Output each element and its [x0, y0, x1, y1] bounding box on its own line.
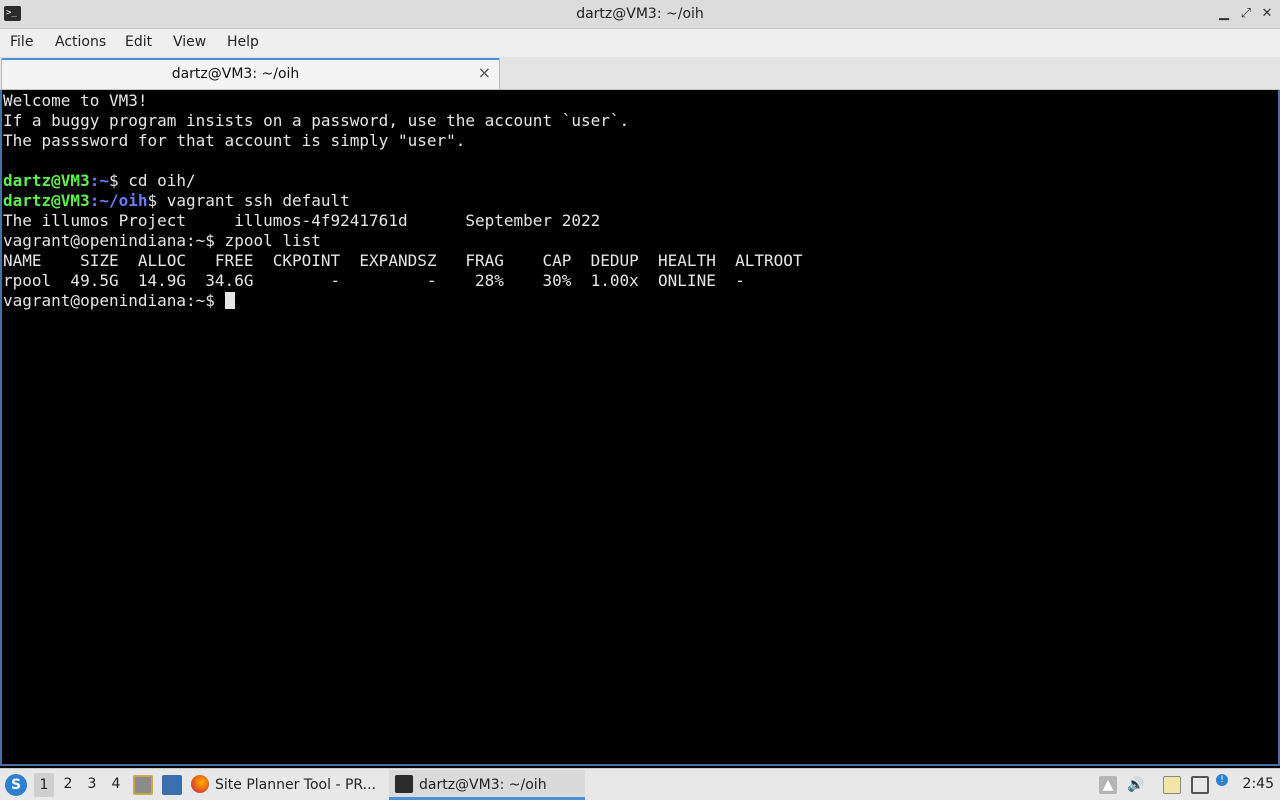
minimize-button[interactable]: ▁	[1216, 5, 1232, 23]
terminal-line: vagrant@openindiana:~$ zpool list	[3, 231, 321, 250]
terminal-line: dartz@VM3:~$ cd oih/	[3, 171, 1278, 191]
task-label: dartz@VM3: ~/oih	[419, 777, 547, 793]
prompt-path: :~/oih	[89, 191, 148, 210]
prompt-command: $ vagrant ssh default	[147, 191, 350, 210]
menu-view[interactable]: View	[173, 34, 206, 50]
terminal-line: The passsword for that account is simply…	[3, 131, 466, 150]
prompt-user: dartz@VM3	[3, 191, 90, 210]
window-title: dartz@VM3: ~/oih	[576, 6, 704, 22]
terminal-icon	[395, 775, 413, 793]
clipboard-icon[interactable]	[1163, 776, 1181, 794]
menu-file[interactable]: File	[10, 34, 33, 50]
prompt-command: $ cd oih/	[108, 171, 196, 190]
zpool-row-line: rpool 49.5G 14.9G 34.6G - - 28% 30% 1.00…	[3, 271, 745, 290]
menu-edit[interactable]: Edit	[125, 34, 152, 50]
tab-label: dartz@VM3: ~/oih	[171, 66, 300, 82]
terminal-line: dartz@VM3:~/oih$ vagrant ssh default	[3, 191, 1278, 211]
terminal-view[interactable]: Welcome to VM3! If a buggy program insis…	[0, 90, 1280, 766]
terminal-line: Welcome to VM3!	[3, 91, 148, 110]
menu-actions[interactable]: Actions	[55, 34, 106, 50]
firefox-icon	[191, 775, 209, 793]
terminal-line: vagrant@openindiana:~$	[3, 291, 1278, 311]
prompt-path: :~	[89, 171, 109, 190]
prompt-final: vagrant@openindiana:~$	[3, 291, 225, 310]
clock[interactable]: 2:45	[1243, 776, 1274, 792]
close-window-button[interactable]: ✕	[1259, 5, 1275, 23]
file-manager-icon[interactable]	[133, 775, 153, 795]
tab-bar: dartz@VM3: ~/oih ×	[0, 57, 1280, 90]
volume-icon[interactable]: 🔊	[1127, 776, 1145, 794]
tab-terminal[interactable]: dartz@VM3: ~/oih ×	[1, 58, 500, 89]
terminal-cursor	[224, 292, 235, 309]
network-icon[interactable]	[1191, 776, 1209, 794]
workspace-3[interactable]: 3	[82, 776, 102, 792]
prompt-user: dartz@VM3	[3, 171, 90, 190]
menu-bar: File Actions Edit View Help	[0, 29, 1280, 57]
workspace-2[interactable]: 2	[58, 776, 78, 792]
task-site-planner[interactable]: Site Planner Tool - PR...	[191, 770, 385, 800]
maximize-button[interactable]: ⤢	[1238, 5, 1254, 23]
task-terminal[interactable]: dartz@VM3: ~/oih	[389, 770, 585, 800]
terminal-line: The illumos Project illumos-4f9241761d S…	[3, 211, 601, 230]
window-titlebar[interactable]: >_ dartz@VM3: ~/oih ▁ ⤢ ✕	[0, 0, 1280, 29]
notification-icon[interactable]: !	[1216, 774, 1228, 786]
tray-indicator-icon[interactable]: ▲	[1099, 776, 1117, 794]
taskbar: S 1 2 3 4 Site Planner Tool - PR... dart…	[0, 768, 1280, 800]
tab-close-button[interactable]: ×	[478, 63, 491, 82]
workspace-1[interactable]: 1	[34, 773, 54, 797]
start-menu-icon[interactable]: S	[5, 774, 27, 796]
show-desktop-icon[interactable]	[162, 775, 182, 795]
zpool-header-line: NAME SIZE ALLOC FREE CKPOINT EXPANDSZ FR…	[3, 251, 803, 270]
menu-help[interactable]: Help	[227, 34, 259, 50]
workspace-4[interactable]: 4	[106, 776, 126, 792]
terminal-line: If a buggy program insists on a password…	[3, 111, 630, 130]
task-label: Site Planner Tool - PR...	[215, 777, 376, 793]
